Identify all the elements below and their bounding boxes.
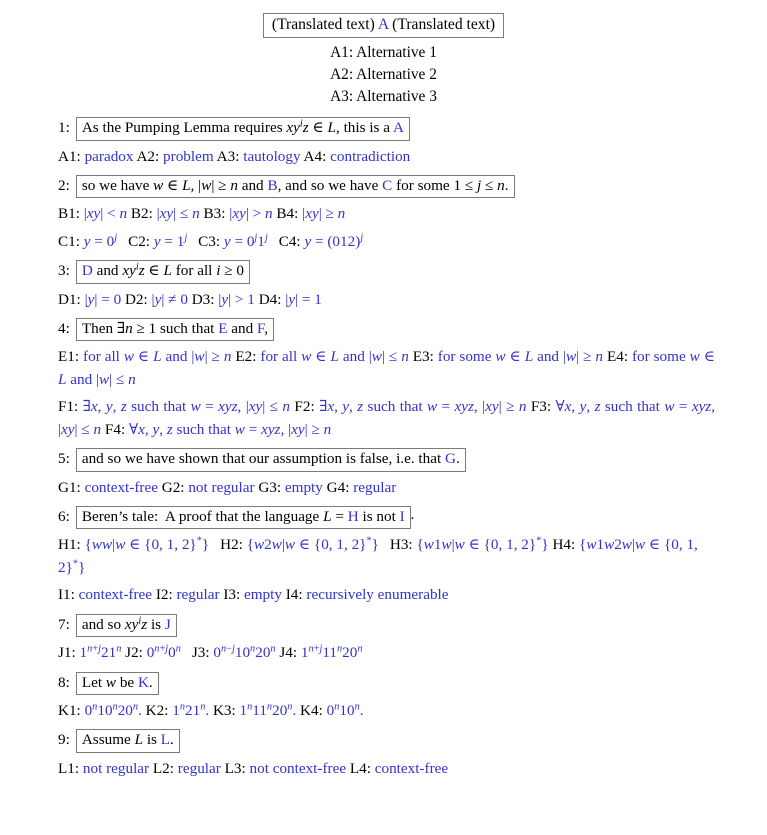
title-pre-text: (Translated text) bbox=[271, 16, 375, 33]
question-number: 4: bbox=[58, 320, 70, 338]
question-number: 8: bbox=[58, 673, 70, 691]
question-number: 1: bbox=[58, 119, 70, 137]
question-stem-suffix: . bbox=[410, 506, 415, 524]
option-line-E: E1: for all w ∈ L and |w| ≥ n E2: for al… bbox=[58, 348, 715, 388]
title-box: (Translated text) A (Translated text) bbox=[262, 13, 505, 38]
question-stem-box: D and xyiz ∈ L for all i ≥ 0 bbox=[75, 260, 250, 284]
question-row: 6: Beren’s tale: A proof that the langua… bbox=[58, 506, 715, 530]
question-number: 2: bbox=[58, 177, 70, 195]
question-row: 7: and so xyiz is J bbox=[58, 613, 715, 638]
header-alternatives: A1: Alternative 1 A2: Alternative 2 A3: … bbox=[0, 42, 767, 109]
question-row: 2: so we have w ∈ L, |w| ≥ n and B, and … bbox=[58, 175, 715, 199]
question-row: 4: Then ∃n ≥ 1 such that E and F, bbox=[58, 318, 715, 342]
question-number: 9: bbox=[58, 731, 70, 749]
question-stem-box: As the Pumping Lemma requires xyiz ∈ L, … bbox=[75, 117, 410, 141]
option-line-D: D1: |y| = 0 D2: |y| ≠ 0 D3: |y| > 1 D4: … bbox=[58, 290, 322, 308]
question-number: 3: bbox=[58, 262, 70, 280]
document-header: (Translated text) A (Translated text) bbox=[0, 0, 767, 38]
question-row: 9: Assume L is L. bbox=[58, 729, 715, 753]
option-line-K: K1: 0n10n20n. K2: 1n21n. K3: 1n11n20n. K… bbox=[58, 701, 364, 719]
option-line-H: H1: {ww|w ∈ {0, 1, 2}*} H2: {w2w|w ∈ {0, … bbox=[58, 535, 698, 576]
question-stem-box: Then ∃n ≥ 1 such that E and F, bbox=[75, 318, 275, 342]
option-line-A: A1: paradox A2: problem A3: tautology A4… bbox=[58, 147, 411, 165]
question-number: 7: bbox=[58, 615, 70, 633]
quiz-document: (Translated text) A (Translated text) A1… bbox=[0, 0, 767, 835]
option-line-L: L1: not regular L2: regular L3: not cont… bbox=[58, 759, 449, 777]
question-stem-box: and so we have shown that our assumption… bbox=[75, 448, 466, 472]
question-row: 1: As the Pumping Lemma requires xyiz ∈ … bbox=[58, 117, 715, 141]
option-line-C: C1: y = 0j C2: y = 1j C3: y = 0j1j C4: y = … bbox=[58, 232, 364, 250]
option-line-I: I1: context-free I2: regular I3: empty I… bbox=[58, 586, 449, 604]
question-stem-box: so we have w ∈ L, |w| ≥ n and B, and so … bbox=[75, 175, 515, 199]
header-alternative-3: A3: Alternative 3 bbox=[330, 88, 437, 106]
header-alternative-1: A1: Alternative 1 bbox=[330, 43, 437, 61]
question-row: 8: Let w be K. bbox=[58, 671, 715, 695]
question-list: 1: As the Pumping Lemma requires xyiz ∈ … bbox=[0, 117, 767, 780]
option-line-F: F1: ∃x, y, z such that w = xyz, |xy| ≤ n… bbox=[58, 398, 716, 438]
question-stem-box: and so xyiz is J bbox=[75, 613, 177, 638]
question-stem-box: Assume L is L. bbox=[75, 729, 180, 753]
title-post-text: (Translated text) bbox=[392, 16, 496, 33]
option-line-G: G1: context-free G2: not regular G3: emp… bbox=[58, 478, 397, 496]
option-line-J: J1: 1n+j21n J2: 0n+j0n J3: 0n−j10n20n J4:… bbox=[58, 643, 363, 662]
header-alternative-2: A2: Alternative 2 bbox=[330, 66, 437, 84]
question-row: 5: and so we have shown that our assumpt… bbox=[58, 448, 715, 472]
question-stem-box: Beren’s tale: A proof that the language … bbox=[75, 506, 411, 530]
question-number: 6: bbox=[58, 508, 70, 526]
question-stem-box: Let w be K. bbox=[75, 671, 159, 695]
option-line-B: B1: |xy| < n B2: |xy| ≤ n B3: |xy| > n B… bbox=[58, 205, 346, 223]
question-row: 3: D and xyiz ∈ L for all i ≥ 0 bbox=[58, 260, 715, 284]
question-number: 5: bbox=[58, 450, 70, 468]
title-key-letter: A bbox=[377, 16, 389, 33]
